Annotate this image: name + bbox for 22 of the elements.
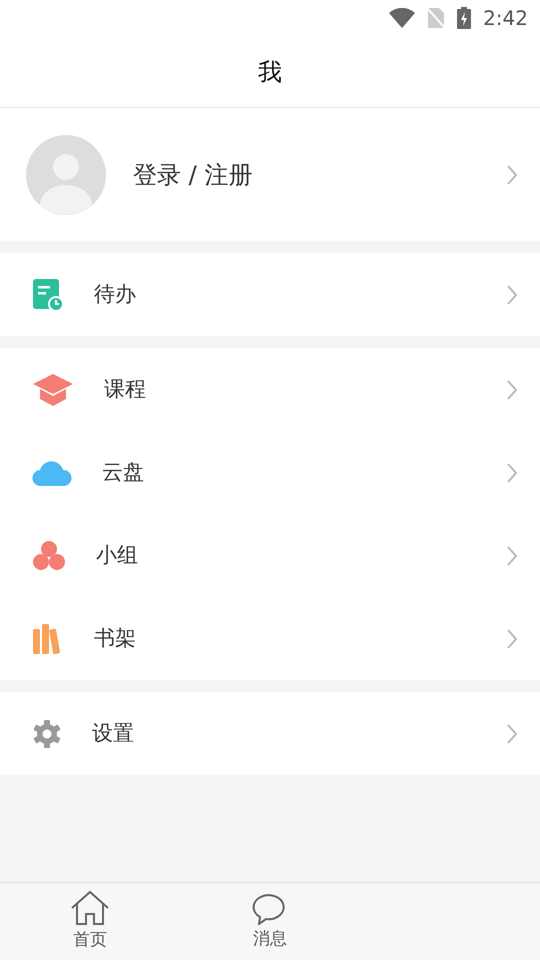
tab-button[interactable]: 消息	[180, 883, 360, 960]
chevron-icon	[506, 378, 518, 400]
three-circles-icon	[32, 540, 66, 572]
document-clock-icon	[32, 278, 64, 312]
clock-time: 2:42	[483, 5, 528, 32]
tab-button[interactable]: 首页	[0, 883, 180, 960]
home-icon	[70, 890, 110, 926]
wifi-icon	[389, 8, 416, 28]
chevron-icon	[506, 164, 518, 186]
battery-charging-icon	[457, 7, 472, 29]
login-row[interactable]: 登录 / 注册	[0, 108, 540, 241]
no-sim-icon	[427, 7, 446, 29]
graduation-cap-icon	[32, 372, 74, 406]
chevron-icon	[506, 462, 518, 484]
chevron-icon	[506, 628, 518, 650]
cloud-icon	[32, 458, 72, 486]
chevron-icon	[506, 722, 518, 744]
chevron-icon	[506, 544, 518, 566]
page-title: 我	[258, 56, 282, 88]
avatar-icon	[26, 134, 106, 214]
chevron-icon	[506, 284, 518, 306]
settings-icon	[32, 718, 62, 748]
